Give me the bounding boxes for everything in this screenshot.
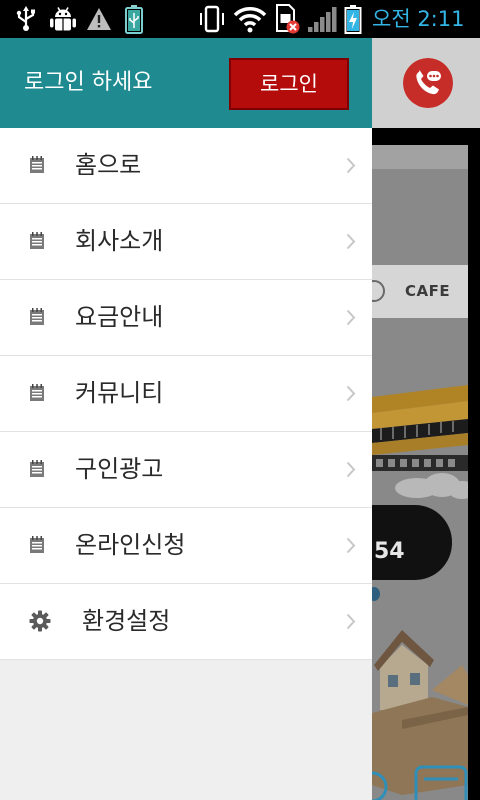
menu-item-pricing[interactable]: 요금안내 <box>0 280 372 356</box>
sim-error-icon <box>276 4 300 34</box>
notepad-icon <box>30 536 44 553</box>
gear-icon <box>29 610 51 632</box>
category-label: CAFE <box>405 282 451 300</box>
building-illustration <box>372 385 468 471</box>
menu-item-company[interactable]: 회사소개 <box>0 204 372 280</box>
login-prompt: 로그인 하세요 <box>24 70 153 95</box>
chevron-right-icon <box>346 233 356 250</box>
chevron-right-icon <box>346 461 356 478</box>
app-content-panel: CAFE 54 <box>372 145 468 800</box>
notepad-icon <box>30 232 44 249</box>
notepad-icon <box>30 156 44 173</box>
notepad-icon <box>30 384 44 401</box>
menu-item-community[interactable]: 커뮤니티 <box>0 356 372 432</box>
usb-icon <box>16 6 35 31</box>
navigation-drawer: 로그인 하세요 로그인 홈으로 회사소개 요금안내 커뮤니티 구인광고 온라인신… <box>0 38 372 800</box>
menu-item-label: 회사소개 <box>75 227 164 255</box>
menu-item-label: 홈으로 <box>75 151 142 179</box>
background-illustration <box>372 145 468 800</box>
chevron-right-icon <box>346 613 356 630</box>
menu-item-jobs[interactable]: 구인광고 <box>0 432 372 508</box>
category-circle-icon <box>372 280 385 302</box>
status-time: 오전 2:11 <box>372 7 465 31</box>
signal-icon <box>308 7 337 32</box>
vibrate-icon <box>200 5 224 33</box>
menu-item-settings[interactable]: 환경설정 <box>0 584 372 660</box>
notepad-icon <box>30 308 44 325</box>
background-app: CAFE 54 <box>372 38 480 800</box>
android-debug-icon <box>50 7 76 31</box>
phone-number-fragment: 54 <box>374 539 405 564</box>
chevron-right-icon <box>346 309 356 326</box>
notepad-icon <box>30 460 44 477</box>
usb-battery-icon <box>125 5 143 34</box>
panel-top-band <box>372 145 468 169</box>
phone-call-icon[interactable] <box>403 58 453 108</box>
wifi-icon <box>233 7 267 33</box>
drawer-header: 로그인 하세요 로그인 <box>0 38 372 128</box>
menu-item-label: 요금안내 <box>75 303 164 331</box>
app-header <box>372 38 480 128</box>
battery-charging-icon <box>344 5 362 34</box>
login-button[interactable]: 로그인 <box>229 58 349 110</box>
warning-icon <box>87 8 111 30</box>
menu-item-label: 커뮤니티 <box>75 379 164 407</box>
category-tab-cafe[interactable]: CAFE <box>372 265 468 318</box>
drawer-menu: 홈으로 회사소개 요금안내 커뮤니티 구인광고 온라인신청 환경설정 <box>0 128 372 660</box>
menu-item-label: 구인광고 <box>75 455 164 483</box>
status-bar: 오전 2:11 <box>0 0 480 38</box>
menu-item-label: 환경설정 <box>82 607 171 635</box>
chevron-right-icon <box>346 537 356 554</box>
menu-item-label: 온라인신청 <box>75 531 186 559</box>
chevron-right-icon <box>346 385 356 402</box>
menu-item-home[interactable]: 홈으로 <box>0 128 372 204</box>
menu-item-apply-online[interactable]: 온라인신청 <box>0 508 372 584</box>
chevron-right-icon <box>346 157 356 174</box>
